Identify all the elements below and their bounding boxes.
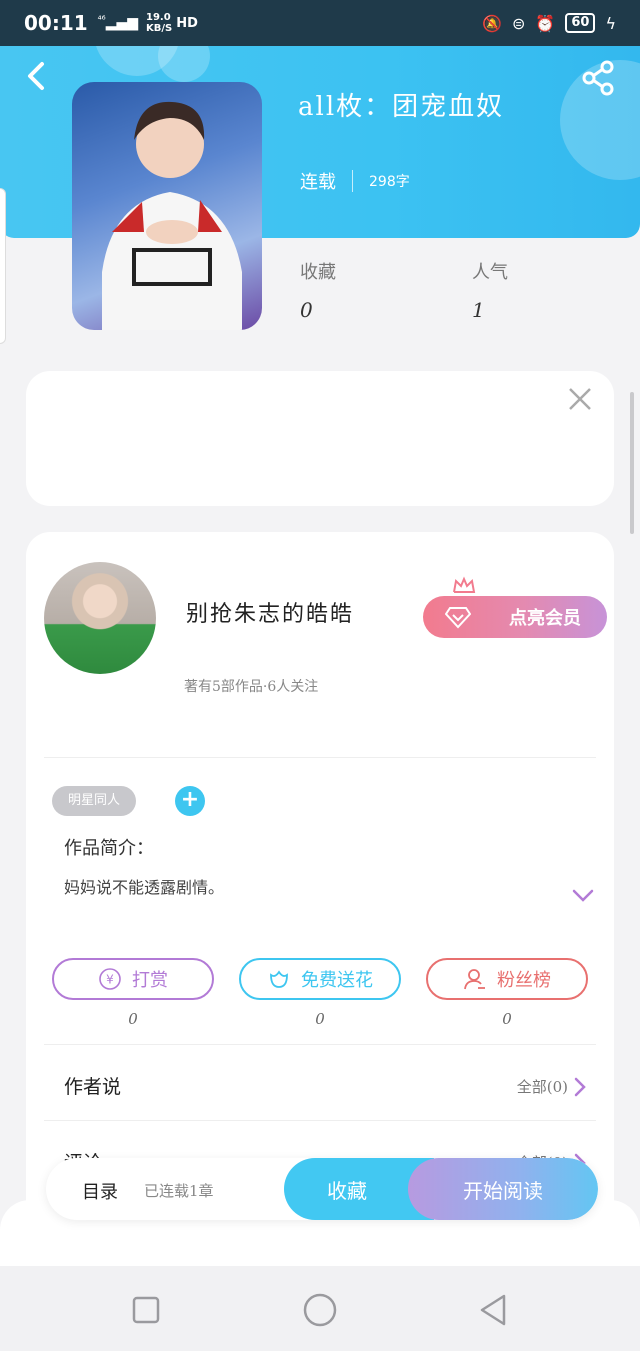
side-edge-tab[interactable] [0, 188, 6, 344]
status-time: 00:11 [24, 11, 88, 35]
send-flower-label: 免费送花 [301, 970, 373, 991]
toc-button[interactable]: 目录 [82, 1178, 118, 1204]
ad-card [26, 371, 614, 506]
start-reading-label: 开始阅读 [463, 1178, 543, 1203]
share-icon[interactable] [580, 60, 616, 96]
fan-rank-button[interactable]: 粉丝榜 [426, 958, 588, 1000]
book-serial-info: 连载 298字 [300, 168, 410, 194]
author-avatar[interactable] [44, 562, 156, 674]
intro-text: 妈妈说不能透露剧情。 [64, 878, 225, 897]
add-tag-button[interactable]: + [175, 786, 205, 816]
vip-button[interactable]: 点亮会员 [423, 596, 607, 638]
bottom-action-bar: 目录 已连载1章 收藏 开始阅读 [46, 1158, 598, 1220]
genre-tag[interactable]: 明星同人 [52, 786, 137, 816]
mute-bell-icon: 🔕 [482, 13, 503, 33]
author-meta: 著有5部作品·6人关注 [184, 679, 319, 695]
flower-count: 0 [315, 1010, 325, 1028]
cover-illustration [102, 101, 242, 330]
fan-rank-label: 粉丝榜 [497, 970, 551, 991]
reward-button[interactable]: ¥ 打赏 [52, 958, 214, 1000]
fan-rank-count: 0 [502, 1010, 512, 1028]
serial-status: 连载 [300, 172, 336, 193]
home-icon[interactable] [302, 1292, 338, 1328]
yen-icon: ¥ [99, 968, 121, 990]
book-detail-card: 别抢朱志的皓皓 点亮会员 著有5部作品·6人关注 明星同人 + 作品简介： 妈妈… [26, 532, 614, 1232]
back-arrow-icon[interactable] [20, 58, 56, 94]
chevron-right-icon [574, 1077, 586, 1096]
diamond-icon [445, 607, 471, 629]
divider [44, 1120, 596, 1121]
alarm-icon: ⏰ [535, 13, 556, 33]
close-icon[interactable] [566, 385, 594, 413]
crown-icon [453, 576, 476, 593]
charging-icon: ϟ [605, 13, 616, 33]
stat-favorites-value: 0 [300, 298, 313, 322]
stat-popularity-label: 人气 [472, 262, 508, 283]
recent-apps-icon[interactable] [128, 1292, 164, 1328]
reward-label: 打赏 [132, 970, 168, 991]
svg-text:¥: ¥ [106, 973, 114, 987]
vip-button-label: 点亮会员 [509, 608, 581, 629]
serial-divider [352, 170, 353, 192]
stat-popularity-value: 1 [472, 298, 485, 322]
fan-rank-icon [464, 969, 485, 990]
hd-indicator: HD [176, 15, 198, 31]
intro-label: 作品简介： [64, 838, 154, 859]
toc-chapter-count: 已连载1章 [144, 1182, 214, 1200]
scrollbar[interactable] [630, 392, 634, 534]
chevron-down-icon[interactable] [572, 888, 594, 904]
network-speed: 19.0 KB/S [146, 12, 173, 34]
stat-popularity: 人气 1 [472, 258, 508, 322]
battery-indicator: 60 [565, 13, 596, 33]
author-name[interactable]: 别抢朱志的皓皓 [186, 596, 354, 628]
signal-icon: ⁴⁶▂▄▆ [97, 15, 139, 31]
system-nav-bar [0, 1266, 640, 1351]
send-flower-button[interactable]: 免费送花 [239, 958, 401, 1000]
book-title: all枚：团宠血奴 [298, 92, 505, 122]
favorite-label: 收藏 [327, 1178, 367, 1203]
author-says-all[interactable]: 全部(0) [517, 1076, 586, 1097]
author-says-label: 作者说 [64, 1076, 122, 1098]
back-triangle-icon[interactable] [476, 1292, 512, 1328]
word-count: 298字 [369, 174, 410, 190]
reward-count: 0 [128, 1010, 138, 1028]
book-cover-image[interactable] [72, 82, 262, 330]
divider [44, 757, 596, 758]
status-bar: 00:11 ⁴⁶▂▄▆ 19.0 KB/S HD 🔕 ⊜ ⏰ 60 ϟ [0, 0, 640, 46]
stat-favorites: 收藏 0 [300, 258, 336, 322]
lock-rotation-icon: ⊜ [512, 13, 526, 33]
flower-icon [270, 970, 288, 988]
stat-favorites-label: 收藏 [300, 262, 336, 283]
divider [44, 1044, 596, 1045]
start-reading-button[interactable]: 开始阅读 [408, 1158, 598, 1220]
